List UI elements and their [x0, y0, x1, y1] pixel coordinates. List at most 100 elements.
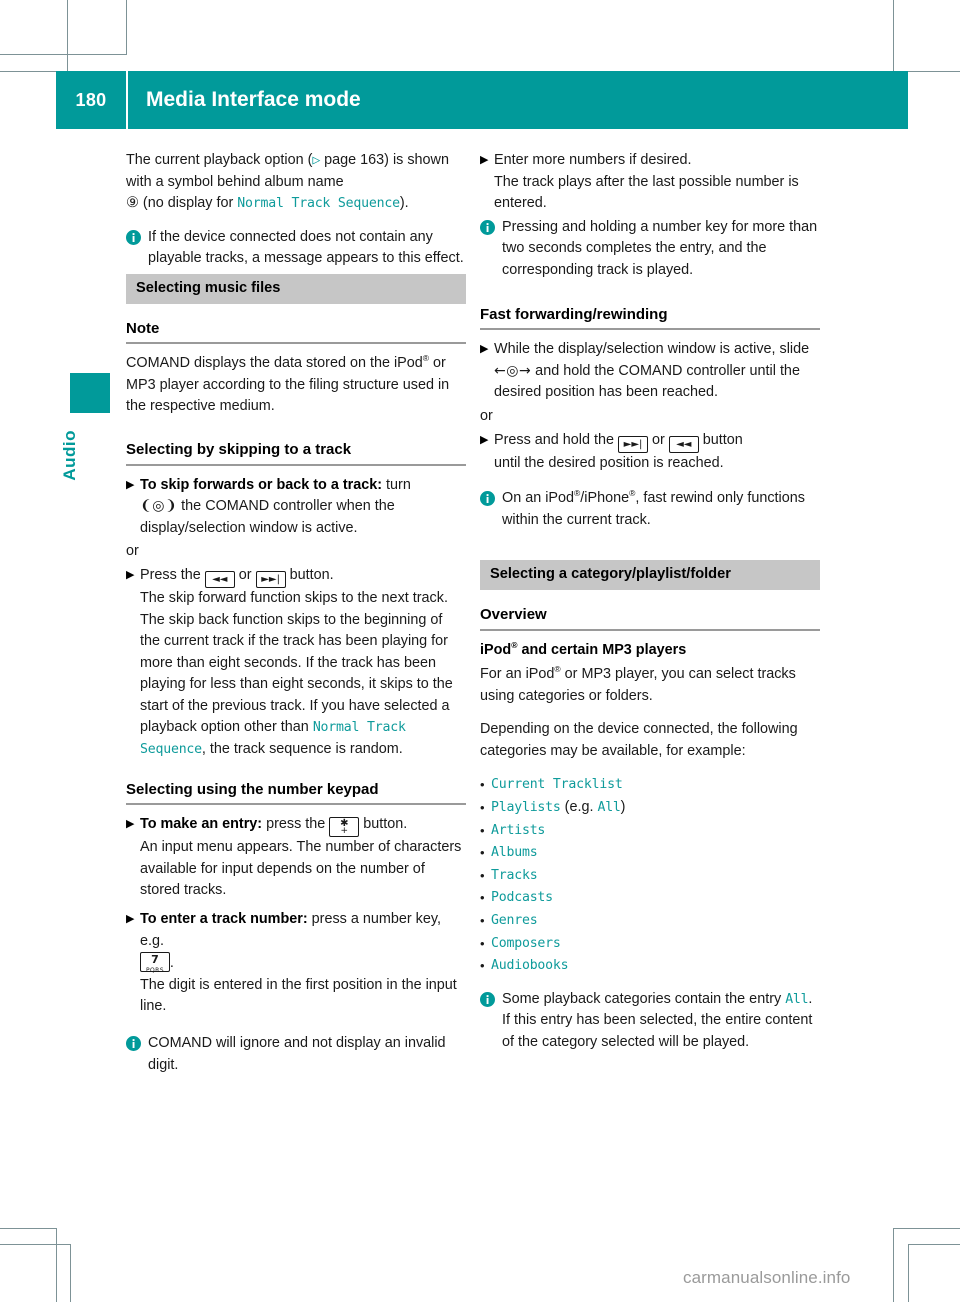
page-header: 180 Media Interface mode — [56, 71, 908, 129]
press-hold-mid: or — [648, 431, 669, 448]
category-name: Current Tracklist — [491, 777, 623, 793]
crop-mark-bottom-left-horizontal-1 — [0, 1228, 57, 1229]
bullet-icon: • — [480, 890, 485, 906]
make-entry-post: button. — [359, 816, 408, 833]
press-button-post: button. — [285, 566, 334, 583]
right-column: ▶ Enter more numbers if desired. The tra… — [480, 150, 820, 1058]
left-column: The current playback option (▷ page 163)… — [126, 150, 466, 1080]
normal-track-sequence-token: Normal Track Sequence — [237, 196, 400, 212]
step-marker-icon: ▶ — [480, 154, 489, 166]
list-item: • Audiobooks — [480, 955, 820, 977]
note-paragraph-pre: COMAND displays the data stored on the i… — [126, 355, 423, 372]
bullet-icon: • — [480, 845, 485, 861]
intro-line3-post: ). — [399, 195, 409, 212]
circled-nine-icon: ⑨ — [126, 195, 139, 212]
crop-mark-bottom-right-vertical-1 — [893, 1228, 894, 1302]
list-item: • Composers — [480, 933, 820, 955]
info-icon — [480, 217, 502, 282]
note-text: COMAND will ignore and not display an in… — [148, 1035, 446, 1073]
enter-more-numbers-cont: The track plays after the last possible … — [494, 173, 799, 212]
note-ipod-rewind: On an iPod®/iPhone®, fast rewind only fu… — [480, 488, 820, 531]
slide-controller-pre: While the display/selection window is ac… — [494, 341, 810, 358]
make-entry-label: To make an entry: — [140, 816, 263, 833]
category-name: Composers — [491, 935, 561, 951]
list-item: • Playlists (e.g. All) — [480, 797, 820, 819]
enter-track-number-cont: The digit is entered in the first positi… — [140, 976, 457, 1015]
step-skip-rest: turn — [382, 476, 411, 493]
intro-line1: The current playback option ( — [126, 152, 313, 168]
page-number: 180 — [75, 89, 107, 110]
category-name: Podcasts — [491, 890, 553, 906]
skip-back-key-icon: ◄◄ — [204, 570, 235, 588]
note-no-playable-tracks: If the device connected does not contain… — [126, 227, 466, 270]
enter-track-number-label: To enter a track number: — [140, 911, 308, 928]
note-invalid-digit: COMAND will ignore and not display an in… — [126, 1033, 466, 1076]
press-hold-pre: Press and hold the — [494, 431, 618, 448]
page-ref-arrow-icon: ▷ — [312, 153, 321, 168]
subheading-fast-forwarding-rewinding: Fast forwarding/rewinding — [480, 304, 820, 331]
subheading-note: Note — [126, 318, 466, 345]
step-marker-icon: ▶ — [480, 343, 489, 356]
category-name: Genres — [491, 913, 538, 929]
list-item: • Podcasts — [480, 887, 820, 909]
intro-page-ref: page 163) is — [320, 152, 404, 168]
skip-explanation-post: , the track sequence is random. — [201, 741, 403, 758]
press-button-pre: Press the — [140, 566, 205, 583]
ipod-mp3-heading: iPod® and certain MP3 players — [480, 640, 820, 662]
skip-forward-key-icon: ►►| — [255, 570, 286, 588]
intro-paragraph: The current playback option (▷ page 163)… — [126, 150, 466, 215]
watermark: carmanualsonline.info — [683, 1268, 851, 1287]
bullet-icon: • — [480, 777, 485, 793]
category-name: Playlists — [491, 800, 561, 816]
comand-turn-glyph-icon: ❨◎❩ — [140, 498, 178, 515]
step-skip-label: To skip forwards or back to a track: — [140, 476, 383, 493]
list-item: • Artists — [480, 820, 820, 842]
category-name: Audiobooks — [491, 958, 569, 974]
intro-line3-pre: (no display for — [138, 195, 238, 212]
or-separator-2: or — [480, 407, 493, 424]
ipod-paragraph: For an iPod® or MP3 player, you can sele… — [480, 664, 820, 707]
note-hold-number-key: Pressing and holding a number key for mo… — [480, 217, 820, 282]
make-entry-mid: press the — [262, 816, 330, 833]
all-entry-pre: Some playback categories contain the ent… — [502, 990, 786, 1007]
crop-mark-top-left-vertical-2 — [126, 0, 127, 55]
list-item: • Genres — [480, 910, 820, 932]
or-separator-1: or — [126, 543, 139, 560]
subheading-number-keypad: Selecting using the number keypad — [126, 779, 466, 806]
subheading-skipping-to-track: Selecting by skipping to a track — [126, 439, 466, 466]
step-skip-cont: the COMAND controller when the display/s… — [140, 498, 395, 536]
make-entry-cont: An input menu appears. The number of cha… — [140, 839, 462, 899]
comand-slide-glyph-icon: ←◎→ — [494, 362, 532, 379]
crop-mark-top-left-horizontal-1 — [0, 54, 127, 55]
list-item: • Current Tracklist — [480, 774, 820, 796]
note-text: Pressing and holding a number key for mo… — [502, 218, 818, 278]
bullet-icon: • — [480, 958, 485, 974]
seven-pqrs-key-icon: 7 PQRS — [140, 952, 170, 974]
step-marker-icon: ▶ — [126, 478, 135, 491]
slide-controller-post: and hold the COMAND controller until the… — [494, 362, 800, 401]
category-name: Tracks — [491, 867, 538, 883]
list-item: • Albums — [480, 842, 820, 864]
press-button-mid: or — [234, 566, 256, 583]
note-text: On an iPod®/iPhone®, fast rewind only fu… — [502, 488, 820, 531]
ipod-head-pre: iPod — [480, 641, 512, 658]
category-list: • Current Tracklist • Playlists (e.g. Al… — [480, 774, 820, 976]
crop-mark-bottom-left-vertical-1 — [56, 1228, 57, 1302]
enter-track-number-period: . — [169, 955, 174, 972]
bullet-icon: • — [480, 867, 485, 883]
step-marker-icon: ▶ — [126, 568, 135, 581]
skip-back-key-icon: ◄◄ — [668, 435, 699, 453]
depending-paragraph: Depending on the device connected, the f… — [480, 721, 798, 759]
bullet-icon: • — [480, 822, 485, 838]
note-paragraph: COMAND displays the data stored on the i… — [126, 353, 466, 418]
bullet-icon: • — [480, 935, 485, 951]
step-marker-icon: ▶ — [126, 913, 135, 926]
step-make-entry: ▶ To make an entry: press the ✱ + button.… — [126, 814, 466, 902]
chapter-tab-label: Audio — [60, 430, 79, 481]
note-text: If the device connected does not contain… — [148, 228, 464, 267]
skip-explanation-pre: The skip forward function skips to the n… — [140, 589, 453, 736]
note-all-entry: Some playback categories contain the ent… — [480, 989, 820, 1054]
crop-mark-bottom-left-vertical-2 — [70, 1244, 71, 1302]
list-item: • Tracks — [480, 865, 820, 887]
star-plus-key-icon: ✱ + — [329, 817, 360, 838]
